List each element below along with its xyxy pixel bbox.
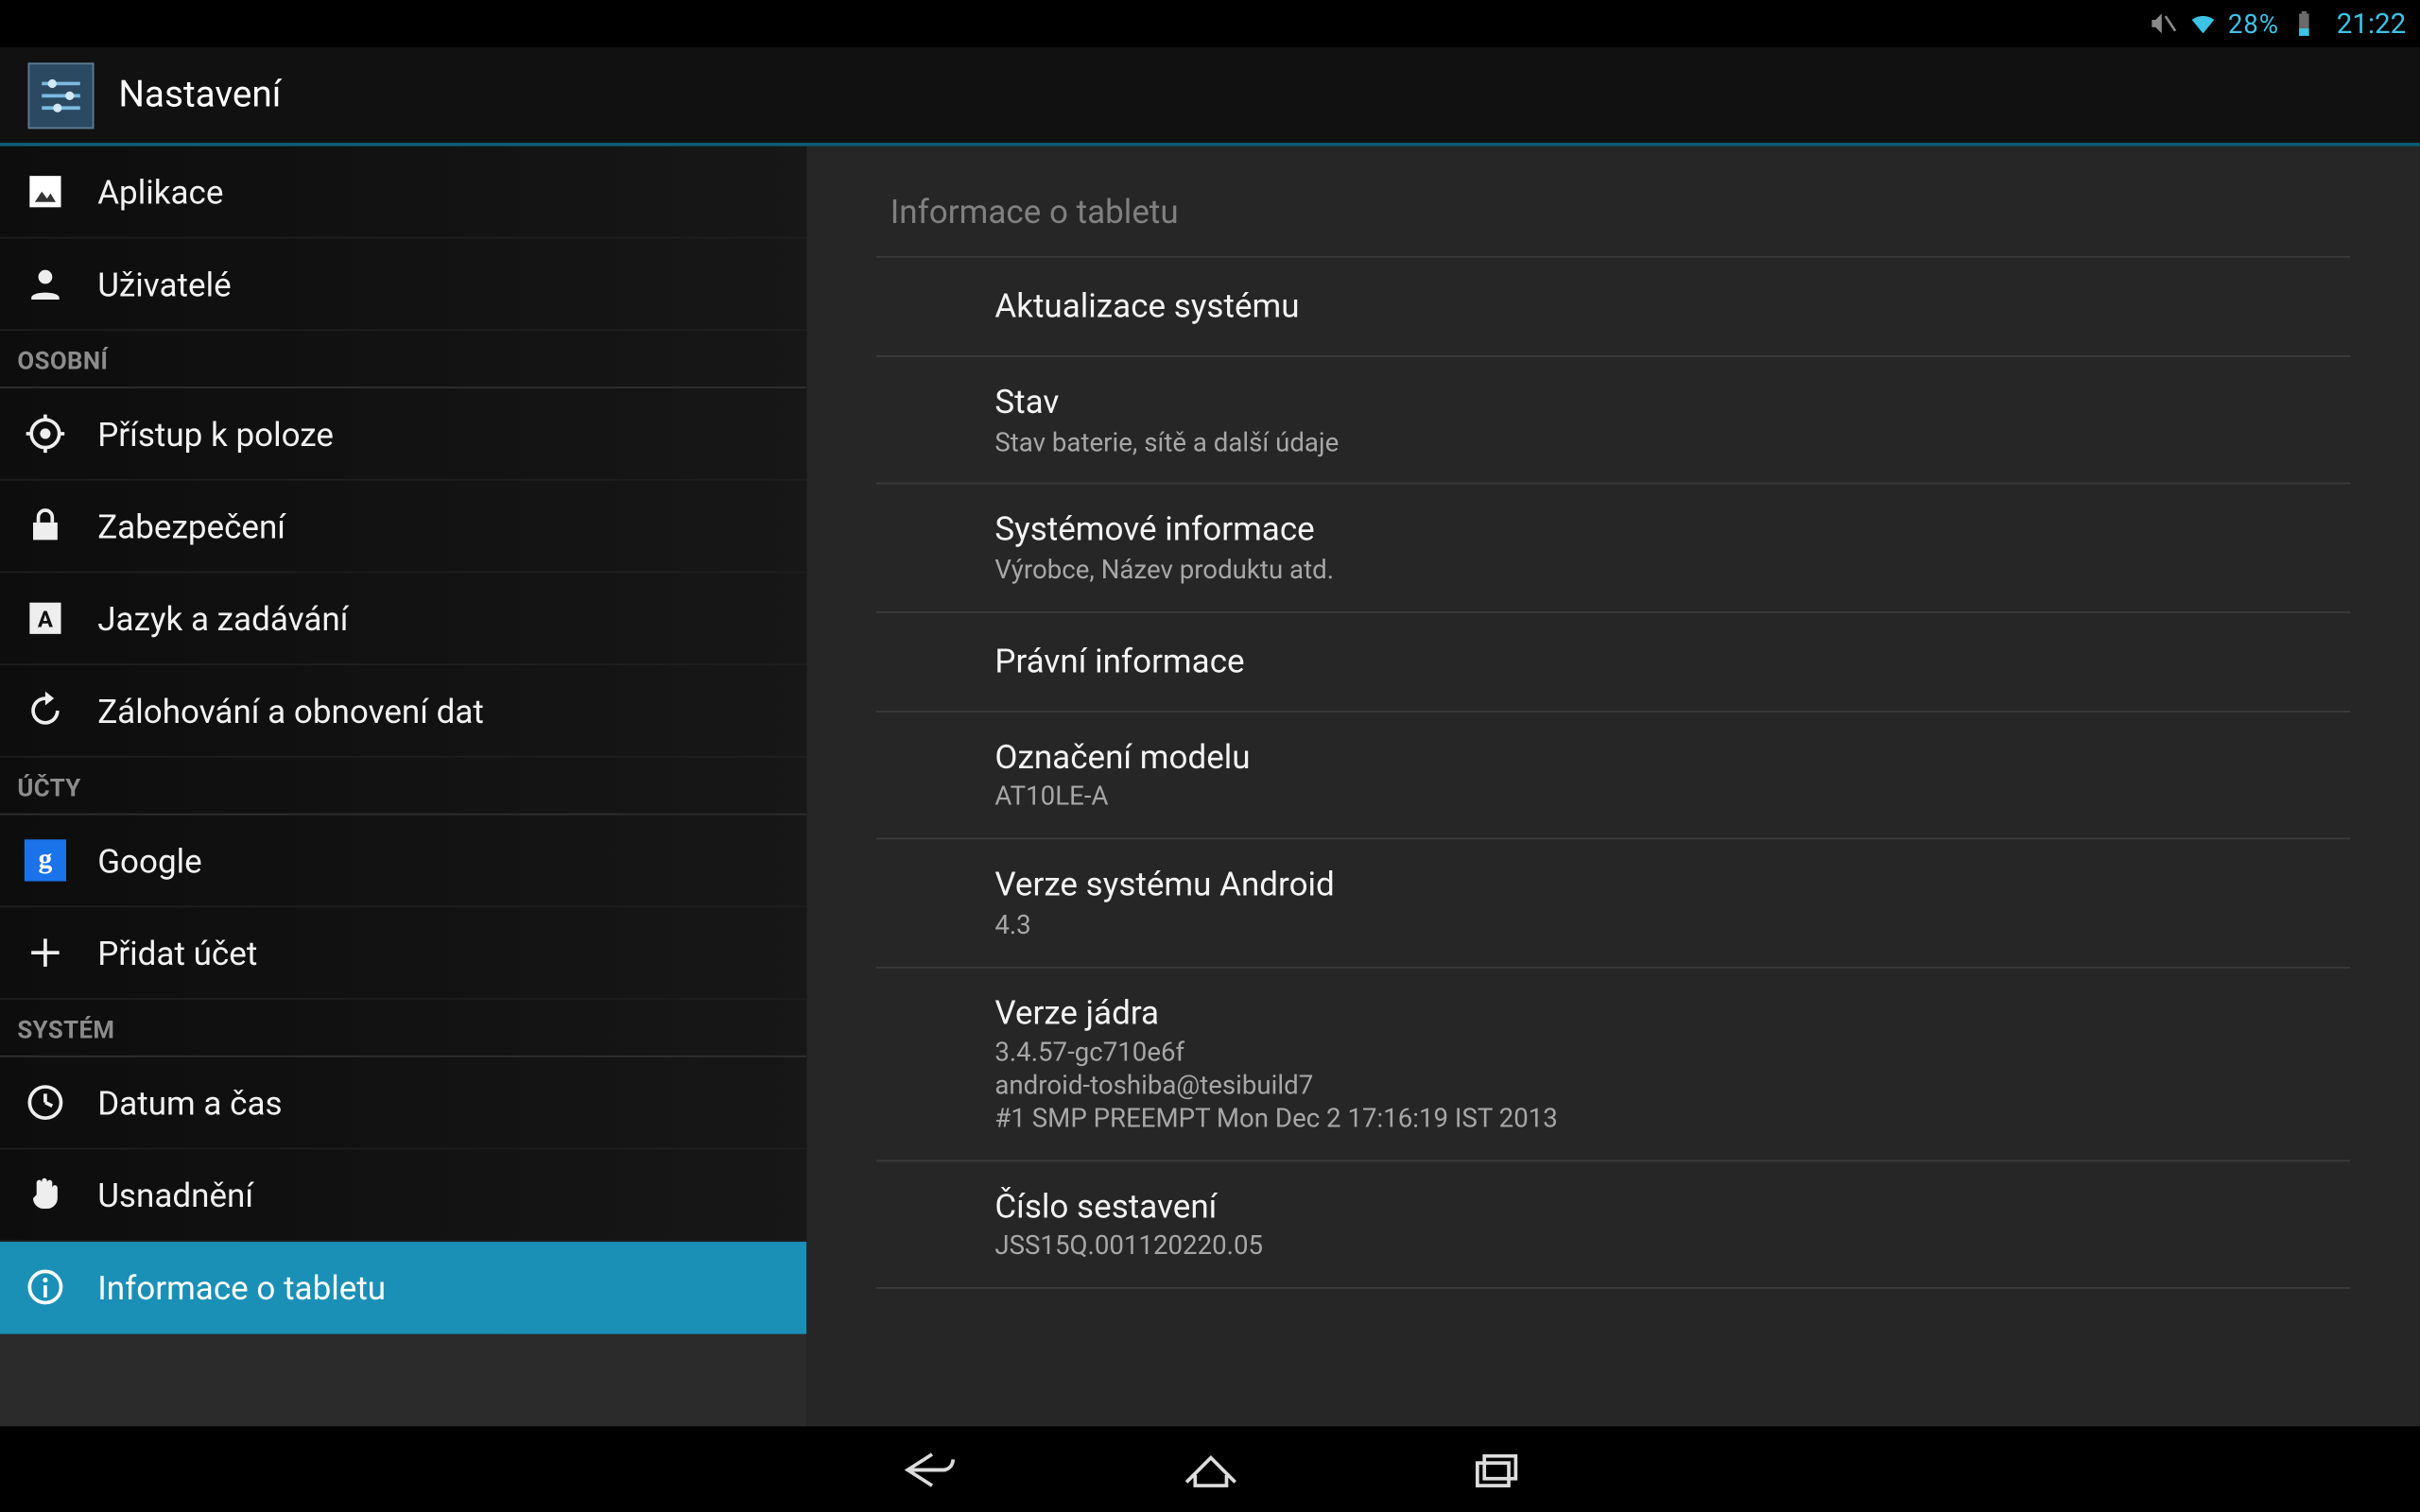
sidebar-item-label: Přidat účet bbox=[97, 933, 257, 972]
row-system-update[interactable]: Aktualizace systému bbox=[876, 258, 2350, 357]
action-bar: Nastavení bbox=[0, 47, 2420, 146]
battery-percent: 28% bbox=[2228, 8, 2279, 39]
sidebar-item-datetime[interactable]: Datum a čas bbox=[0, 1057, 806, 1150]
row-title: Stav bbox=[994, 381, 2336, 422]
clock-icon bbox=[25, 1082, 66, 1124]
sidebar-item-label: Datum a čas bbox=[97, 1082, 282, 1122]
svg-text:A: A bbox=[38, 606, 54, 632]
hand-icon bbox=[25, 1174, 66, 1215]
sidebar-item-about-tablet[interactable]: Informace o tabletu bbox=[0, 1242, 806, 1334]
row-model-number: Označení modelu AT10LE-A bbox=[876, 712, 2350, 839]
sidebar-item-google[interactable]: g Google bbox=[0, 816, 806, 908]
users-icon bbox=[25, 263, 66, 304]
row-title: Číslo sestavení bbox=[994, 1185, 2336, 1227]
sidebar-item-apps[interactable]: Aplikace bbox=[0, 146, 806, 239]
backup-icon bbox=[25, 690, 66, 731]
battery-icon bbox=[2290, 9, 2319, 38]
status-bar: 28% 21:22 bbox=[0, 0, 2420, 47]
sidebar-item-users[interactable]: Uživatelé bbox=[0, 238, 806, 331]
sidebar-filler bbox=[0, 1334, 806, 1427]
sidebar-item-location[interactable]: Přístup k poloze bbox=[0, 388, 806, 481]
row-value: AT10LE-A bbox=[994, 781, 2336, 814]
recent-apps-button[interactable] bbox=[1458, 1439, 1534, 1499]
row-title: Aktualizace systému bbox=[994, 285, 2336, 327]
row-summary: Stav baterie, sítě a další údaje bbox=[994, 426, 2336, 459]
row-value: 3.4.57-gc710e6f android-toshiba@tesibuil… bbox=[994, 1037, 2336, 1135]
sidebar-item-label: Usnadnění bbox=[97, 1175, 253, 1214]
detail-panel: Informace o tabletu Aktualizace systému … bbox=[806, 146, 2420, 1427]
row-title: Systémové informace bbox=[994, 509, 2336, 551]
sidebar-item-accessibility[interactable]: Usnadnění bbox=[0, 1149, 806, 1242]
row-summary: Výrobce, Název produktu atd. bbox=[994, 554, 2336, 587]
row-system-info[interactable]: Systémové informace Výrobce, Název produ… bbox=[876, 485, 2350, 612]
sidebar-category-personal: OSOBNÍ bbox=[0, 331, 806, 388]
row-title: Právní informace bbox=[994, 641, 2336, 682]
row-kernel-version: Verze jádra 3.4.57-gc710e6f android-tosh… bbox=[876, 968, 2350, 1161]
back-button[interactable] bbox=[886, 1439, 962, 1499]
row-android-version[interactable]: Verze systému Android 4.3 bbox=[876, 839, 2350, 967]
sidebar-item-add-account[interactable]: Přidat účet bbox=[0, 907, 806, 1000]
row-value: 4.3 bbox=[994, 909, 2336, 942]
row-title: Označení modelu bbox=[994, 736, 2336, 778]
sidebar-item-label: Aplikace bbox=[97, 172, 223, 212]
sidebar-item-language[interactable]: A Jazyk a zadávání bbox=[0, 573, 806, 665]
clock: 21:22 bbox=[2337, 7, 2406, 40]
location-icon bbox=[25, 413, 66, 455]
sidebar-category-accounts: ÚČTY bbox=[0, 758, 806, 816]
navigation-bar bbox=[0, 1426, 2420, 1511]
plus-icon bbox=[25, 932, 66, 973]
settings-icon bbox=[27, 61, 94, 128]
sidebar-item-security[interactable]: Zabezpečení bbox=[0, 481, 806, 574]
wifi-icon bbox=[2187, 9, 2217, 38]
sidebar-item-label: Zabezpečení bbox=[97, 506, 285, 545]
sidebar-item-label: Informace o tabletu bbox=[97, 1267, 386, 1307]
mute-icon bbox=[2148, 9, 2177, 38]
sidebar-item-label: Jazyk a zadávání bbox=[97, 598, 348, 638]
row-build-number[interactable]: Číslo sestavení JSS15Q.001120220.05 bbox=[876, 1160, 2350, 1288]
language-icon: A bbox=[25, 597, 66, 639]
sidebar-item-label: Zálohování a obnovení dat bbox=[97, 691, 484, 730]
row-status[interactable]: Stav Stav baterie, sítě a další údaje bbox=[876, 356, 2350, 484]
settings-sidebar: Aplikace Uživatelé OSOBNÍ Přístup k polo… bbox=[0, 146, 806, 1427]
home-button[interactable] bbox=[1171, 1439, 1248, 1499]
sidebar-item-backup[interactable]: Zálohování a obnovení dat bbox=[0, 665, 806, 758]
row-value: JSS15Q.001120220.05 bbox=[994, 1230, 2336, 1263]
apps-icon bbox=[25, 171, 66, 213]
sidebar-item-label: Přístup k poloze bbox=[97, 414, 334, 454]
sidebar-item-label: Google bbox=[97, 840, 202, 880]
row-legal[interactable]: Právní informace bbox=[876, 612, 2350, 712]
row-title: Verze jádra bbox=[994, 992, 2336, 1034]
google-icon: g bbox=[25, 839, 66, 881]
sidebar-item-label: Uživatelé bbox=[97, 264, 231, 303]
lock-icon bbox=[25, 505, 66, 546]
sidebar-category-system: SYSTÉM bbox=[0, 1000, 806, 1057]
page-title: Nastavení bbox=[118, 74, 281, 115]
row-title: Verze systému Android bbox=[994, 864, 2336, 905]
info-icon bbox=[25, 1266, 66, 1308]
detail-section-title: Informace o tabletu bbox=[876, 146, 2350, 258]
